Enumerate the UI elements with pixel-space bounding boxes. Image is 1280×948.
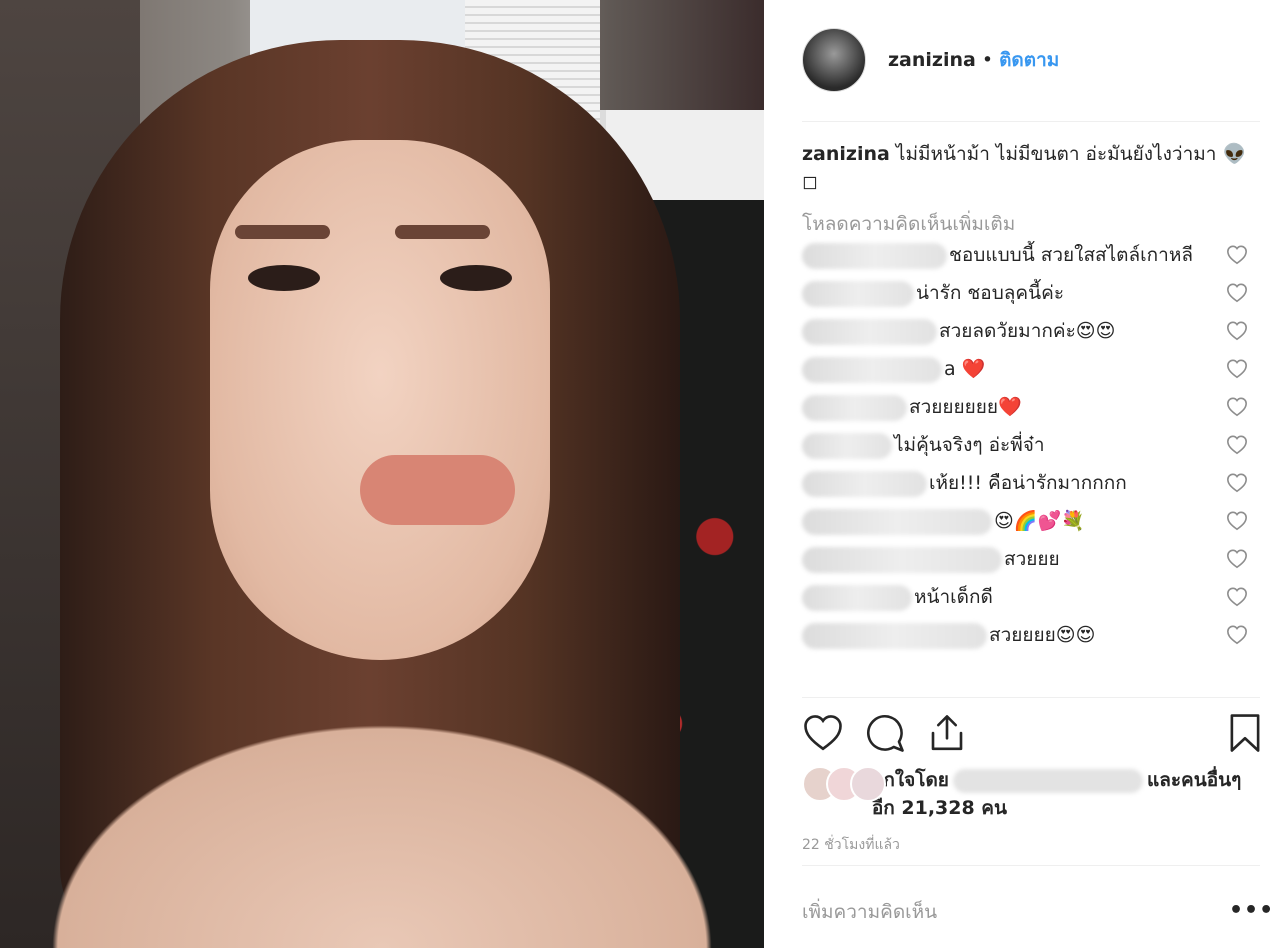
username-link[interactable]: zanizina [888,49,976,71]
comment-text: สวยยย [1004,548,1060,570]
share-icon[interactable] [926,712,968,754]
comment-like-heart-icon[interactable] [1226,548,1248,570]
post-photo[interactable] [0,0,764,948]
post-caption: zanizina ไม่มีหน้าม้า ไม่มีขนตา อ่ะมันยั… [802,140,1260,196]
post-header: zanizina • ติดตาม [802,24,1260,96]
comment-text: a ❤️ [944,358,986,380]
blurred-commenter-username[interactable] [802,432,892,459]
comment-icon[interactable] [864,712,906,754]
blurred-commenter-username[interactable] [802,394,907,421]
photo-face [210,140,550,660]
blurred-commenter-username[interactable] [802,242,947,269]
liker-avatars[interactable] [802,766,886,802]
separator-dot: • [981,49,994,71]
comment-row: สวยยย [802,546,1260,573]
blurred-commenter-username[interactable] [802,584,912,611]
blurred-commenter-username[interactable] [802,508,992,535]
heart-icon[interactable] [802,712,844,754]
divider [802,865,1260,866]
comment-row: a ❤️ [802,356,1260,383]
blurred-commenter-username[interactable] [802,280,914,307]
comment-text: หน้าเด็กดี [914,586,993,608]
comments-section: zanizina ไม่มีหน้าม้า ไม่มีขนตา อ่ะมันยั… [802,140,1260,660]
comment-row: สวยลดวัยมากค่ะ😍😍 [802,318,1260,345]
comment-like-heart-icon[interactable] [1226,472,1248,494]
photo-brow-left [235,225,330,239]
comment-text: สวยยยยยย❤️ [909,396,1022,418]
comment-row: หน้าเด็กดี [802,584,1260,611]
comment-row: สวยยยยยย❤️ [802,394,1260,421]
photo-lips [360,455,515,525]
post-timestamp[interactable]: 22 ชั่วโมงที่แล้ว [802,834,900,856]
blurred-commenter-username[interactable] [802,622,987,649]
comment-row: ไม่คุ้นจริงๆ อ่ะพี่จ๋า [802,432,1260,459]
comment-like-heart-icon[interactable] [1226,434,1248,456]
comment-text: เห้ย!!! คือน่ารักมากกกก [929,472,1127,494]
load-more-comments-button[interactable]: โหลดความคิดเห็นเพิ่มเติม [802,206,1260,242]
more-icon[interactable]: ••• [1229,898,1274,923]
comment-text: ชอบแบบนี้ สวยใสสไตล์เกาหลี [949,244,1194,266]
blurred-username [952,768,1143,793]
likes-summary: ถูกใจโดย และคนอื่นๆ อีก 21,328 คน [802,766,1260,822]
likes-text[interactable]: ถูกใจโดย และคนอื่นๆ อีก 21,328 คน [872,766,1260,822]
comment-list: ชอบแบบนี้ สวยใสสไตล์เกาหลีน่ารัก ชอบลุคน… [802,242,1260,649]
comment-text: 😍🌈💕💐 [994,510,1085,532]
caption-username[interactable]: zanizina [802,143,890,165]
comment-row: ชอบแบบนี้ สวยใสสไตล์เกาหลี [802,242,1260,269]
action-bar [802,712,1260,756]
comment-like-heart-icon[interactable] [1226,396,1248,418]
comment-like-heart-icon[interactable] [1226,282,1248,304]
blurred-commenter-username[interactable] [802,356,942,383]
follow-button[interactable]: ติดตาม [999,45,1059,75]
comment-text: สวยยยย😍😍 [989,624,1096,646]
divider [802,697,1260,698]
post-side-panel: zanizina • ติดตาม zanizina ไม่มีหน้าม้า … [764,0,1280,948]
avatar[interactable] [802,28,866,92]
blurred-commenter-username[interactable] [802,546,1002,573]
liker-avatar [850,766,886,802]
comment-text: น่ารัก ชอบลุคนี้ค่ะ [916,282,1065,304]
blurred-commenter-username[interactable] [802,318,937,345]
comment-like-heart-icon[interactable] [1226,320,1248,342]
comment-row: เห้ย!!! คือน่ารักมากกกก [802,470,1260,497]
photo-shoulder [0,690,764,948]
comment-like-heart-icon[interactable] [1226,510,1248,532]
divider [802,121,1260,122]
photo-brow-right [395,225,490,239]
comment-like-heart-icon[interactable] [1226,624,1248,646]
comment-like-heart-icon[interactable] [1226,586,1248,608]
comment-row: น่ารัก ชอบลุคนี้ค่ะ [802,280,1260,307]
comment-row: สวยยยย😍😍 [802,622,1260,649]
comment-like-heart-icon[interactable] [1226,244,1248,266]
add-comment-input[interactable] [802,894,1172,930]
blurred-commenter-username[interactable] [802,470,927,497]
comment-text: ไม่คุ้นจริงๆ อ่ะพี่จ๋า [894,434,1045,456]
comment-text: สวยลดวัยมากค่ะ😍😍 [939,320,1116,342]
photo-eye-left [248,265,320,291]
bookmark-icon[interactable] [1224,712,1266,754]
comment-row: 😍🌈💕💐 [802,508,1260,535]
comment-like-heart-icon[interactable] [1226,358,1248,380]
photo-eye-right [440,265,512,291]
